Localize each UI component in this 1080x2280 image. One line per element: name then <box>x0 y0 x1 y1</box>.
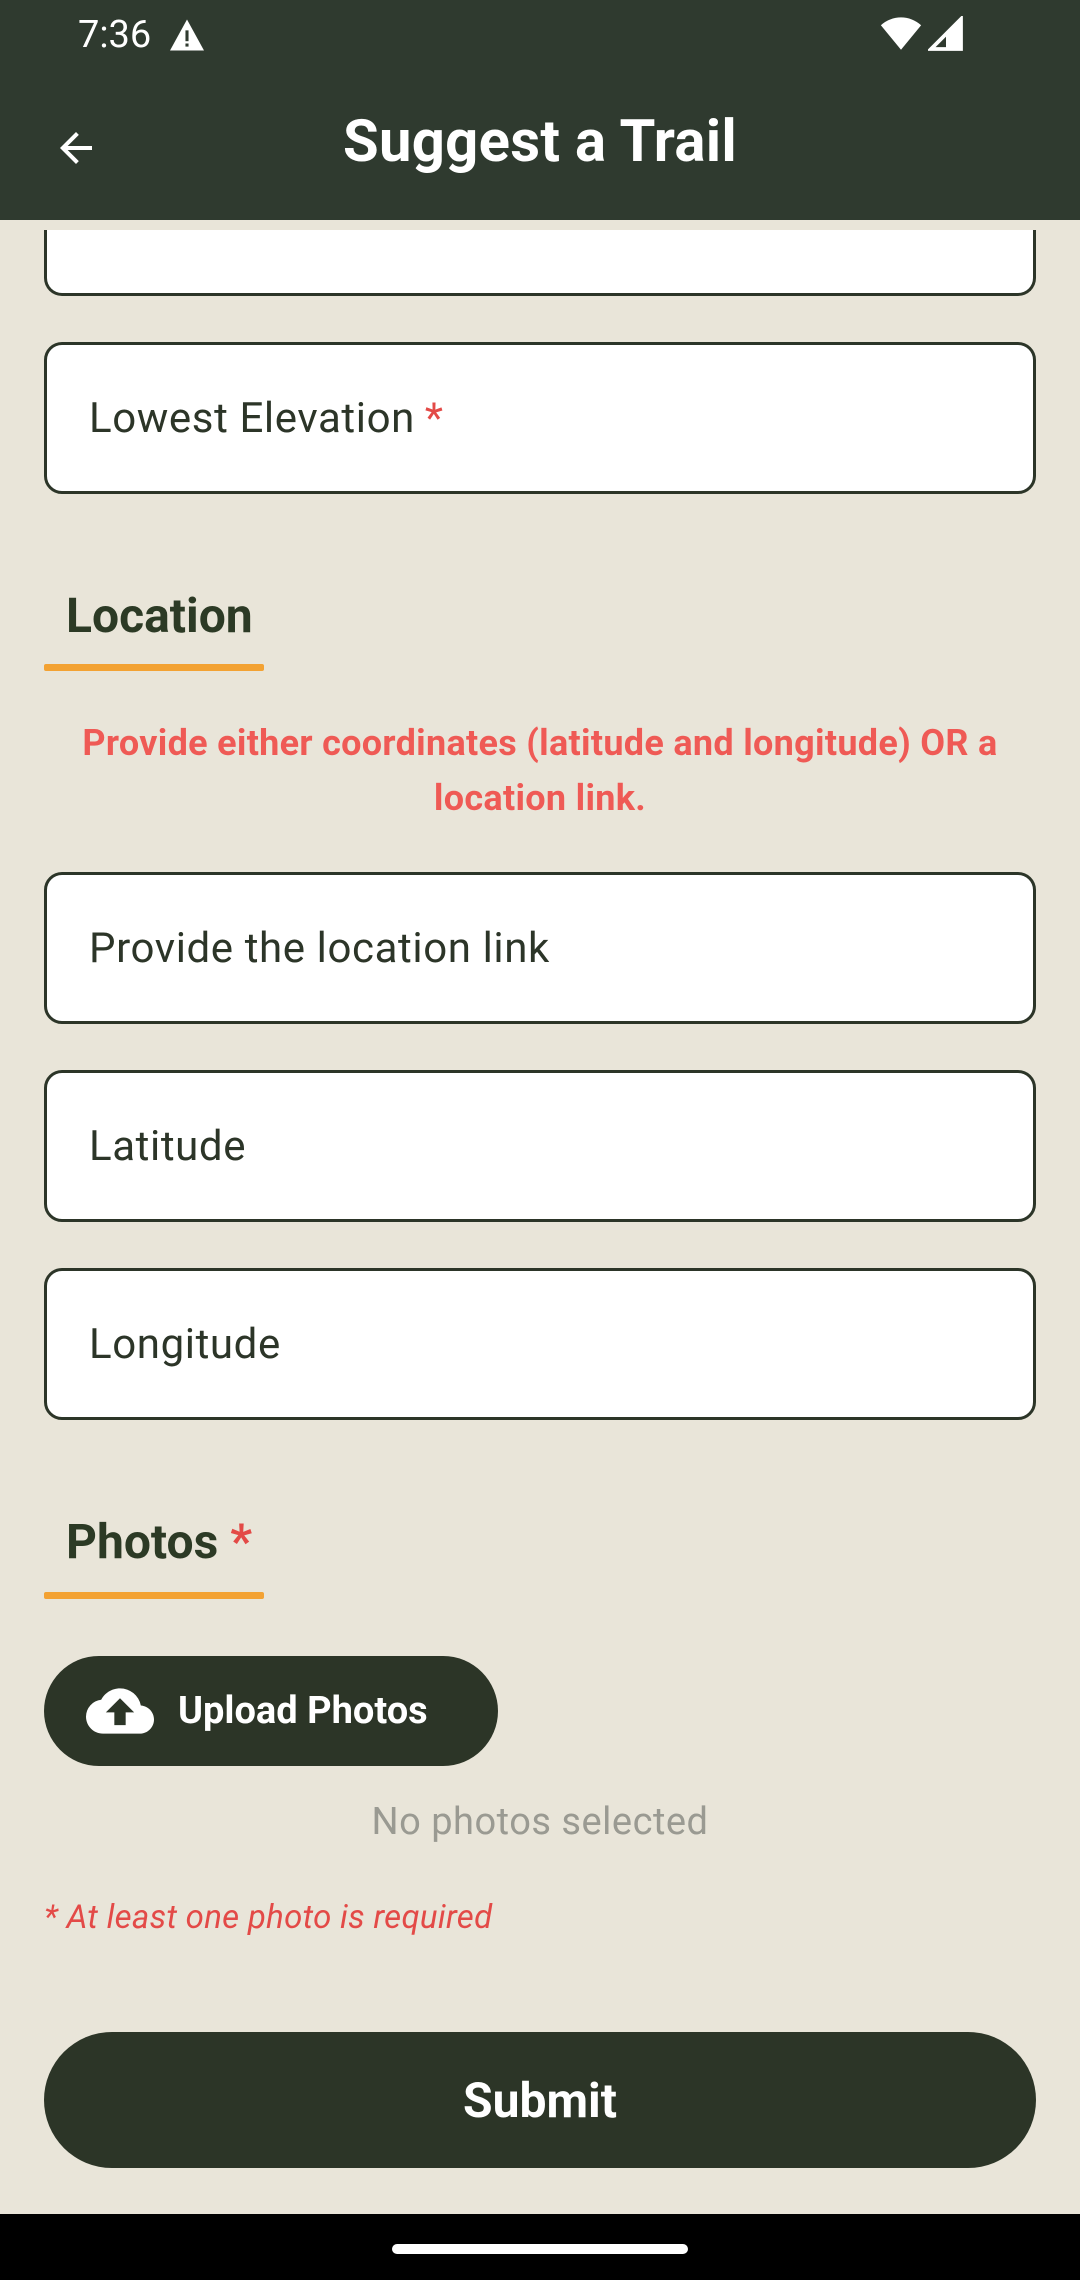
location-section-title: Location <box>66 586 253 646</box>
submit-button[interactable]: Submit <box>44 2032 1036 2168</box>
status-bar: 7:36 <box>0 0 1080 72</box>
photo-requirement-text: * At least one photo is required <box>44 1898 493 1937</box>
latitude-input[interactable]: Latitude <box>44 1070 1036 1222</box>
photos-title: Photos <box>66 1513 219 1570</box>
latitude-placeholder: Latitude <box>89 1121 247 1171</box>
required-mark: * <box>230 1513 253 1570</box>
lowest-elevation-label: Lowest Elevation <box>89 393 415 443</box>
cellular-signal-icon <box>928 16 963 51</box>
required-mark: * <box>424 393 444 443</box>
page-title: Suggest a Trail <box>342 108 738 176</box>
wifi-icon <box>880 17 922 50</box>
lowest-elevation-field[interactable]: Lowest Elevation * <box>44 342 1036 494</box>
location-title: Location <box>66 587 253 644</box>
location-title-underline <box>44 664 264 671</box>
longitude-placeholder: Longitude <box>89 1319 281 1369</box>
photos-title-underline <box>44 1592 264 1599</box>
warning-icon <box>170 19 204 51</box>
submit-label: Submit <box>463 2071 617 2129</box>
no-photos-text: No photos selected <box>371 1800 709 1844</box>
longitude-input[interactable]: Longitude <box>44 1268 1036 1420</box>
system-navigation-bar <box>0 2214 1080 2280</box>
upload-photos-label: Upload Photos <box>178 1689 428 1733</box>
cloud-upload-icon <box>86 1688 154 1734</box>
status-time: 7:36 <box>78 13 152 57</box>
app-bar: Suggest a Trail <box>0 72 1080 220</box>
location-link-placeholder: Provide the location link <box>89 923 550 973</box>
home-gesture-handle[interactable] <box>392 2244 688 2254</box>
location-link-input[interactable]: Provide the location link <box>44 872 1036 1024</box>
location-hint: Provide either coordinates (latitude and… <box>82 722 998 819</box>
upload-photos-button[interactable]: Upload Photos <box>44 1656 498 1766</box>
photos-section-title: Photos * <box>66 1512 252 1572</box>
previous-field[interactable] <box>44 230 1036 296</box>
